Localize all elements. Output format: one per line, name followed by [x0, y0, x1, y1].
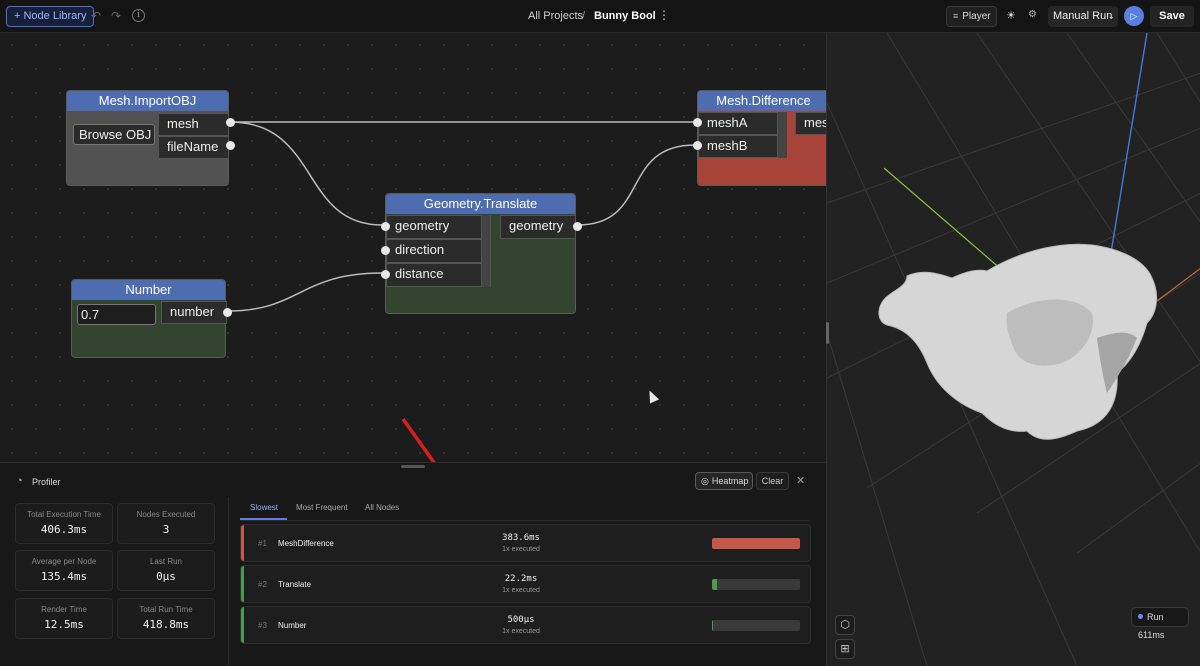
row-rank: #3 [258, 621, 267, 630]
row-node-name: MeshDifference [278, 539, 334, 548]
run-time-badge: Run 611ms [1131, 607, 1189, 640]
redo-icon[interactable]: ↷ [109, 8, 123, 24]
row-exec-count: 1x executed [502, 628, 540, 635]
stat-card: Average per Node 135.4ms [15, 550, 113, 591]
info-icon[interactable]: i [132, 9, 145, 22]
node-canvas[interactable]: Mesh.ImportOBJ Browse OBJ mesh fileName … [0, 33, 826, 462]
row-rank: #1 [258, 539, 267, 548]
viewport-scene [827, 33, 1200, 666]
player-label: Player [962, 11, 991, 22]
save-button[interactable]: Save [1150, 6, 1194, 27]
clear-button[interactable]: Clear [756, 472, 789, 490]
row-rank: #2 [258, 580, 267, 589]
undo-icon[interactable]: ↶ [89, 8, 103, 24]
stat-card: Total Execution Time 406.3ms [15, 503, 113, 544]
profile-row[interactable]: #3 Number 500µs 1x executed [240, 606, 811, 644]
tab-all-nodes[interactable]: All Nodes [365, 503, 399, 512]
row-time: 22.2ms [504, 574, 538, 584]
profiler-panel: ◔ Profiler ◎ Heatmap Clear ✕ Total Execut… [0, 462, 826, 666]
row-accent [241, 525, 244, 561]
top-bar: + Node Library ↶ ↷ i All Projects / Bunn… [0, 0, 1200, 33]
target-icon: ◎ [701, 476, 709, 486]
app-root: + Node Library ↶ ↷ i All Projects / Bunn… [0, 0, 1200, 666]
stat-card: Last Run 0µs [117, 550, 215, 591]
3d-viewport[interactable]: ⬡ ⊞ [826, 33, 1200, 666]
stat-label: Render Time [41, 605, 87, 614]
run-mode-label: Manual Run [1053, 10, 1113, 22]
panel-divider [228, 497, 229, 666]
row-time: 500µs [507, 615, 535, 625]
axis-y-line [883, 167, 1003, 271]
stat-card: Total Run Time 418.8ms [117, 598, 215, 639]
run-button[interactable]: ▷ [1124, 6, 1144, 26]
row-accent [241, 566, 244, 602]
row-node-name: Translate [278, 580, 312, 589]
cube-view-icon[interactable]: ⬡ [835, 615, 855, 635]
heatmap-button[interactable]: ◎ Heatmap [695, 472, 753, 490]
row-time-bar [712, 538, 800, 549]
axis-x-line [1156, 268, 1200, 302]
panel-drag-handle[interactable] [401, 465, 425, 468]
stat-value: 12.5ms [44, 618, 84, 631]
close-icon[interactable]: ✕ [796, 474, 805, 487]
stat-card: Render Time 12.5ms [15, 598, 113, 639]
stat-label: Total Execution Time [27, 510, 101, 519]
tab-most-frequent[interactable]: Most Frequent [296, 503, 348, 512]
breadcrumb-project-name: Bunny Bool [594, 10, 656, 22]
play-icon: ▷ [1130, 11, 1138, 21]
stat-label: Nodes Executed [136, 510, 196, 519]
row-accent [241, 607, 244, 643]
row-node-name: Number [278, 621, 307, 630]
row-time-bar [712, 579, 800, 590]
profile-row[interactable]: #2 Translate 22.2ms 1x executed [240, 565, 811, 603]
viewport-resize-handle[interactable] [826, 322, 829, 344]
heatmap-label: Heatmap [711, 476, 749, 486]
stat-label: Last Run [149, 557, 183, 566]
status-dot-icon [1138, 614, 1143, 619]
breadcrumb-separator: / [582, 10, 586, 22]
sliders-icon: ≡ [953, 11, 959, 21]
stat-value: 418.8ms [142, 618, 190, 631]
gauge-icon: ◔ [16, 475, 23, 487]
breadcrumb-all-projects[interactable]: All Projects [528, 10, 583, 22]
row-time-bar-fill [712, 579, 718, 590]
run-mode-select[interactable]: Manual Run ⌄ [1048, 6, 1118, 27]
grid-toggle-icon[interactable]: ⊞ [835, 639, 855, 659]
node-library-button[interactable]: + Node Library [6, 6, 95, 27]
player-button[interactable]: ≡ Player [946, 6, 997, 27]
stat-value: 406.3ms [40, 523, 88, 536]
chevron-down-icon: ⌄ [1107, 11, 1115, 21]
row-exec-count: 1x executed [502, 546, 540, 553]
tab-slowest[interactable]: Slowest [250, 503, 278, 512]
row-time-bar [712, 620, 800, 631]
stat-label: Total Run Time [139, 605, 193, 614]
tabs-divider [240, 520, 810, 521]
profiler-title: Profiler [32, 477, 61, 487]
row-exec-count: 1x executed [502, 587, 540, 594]
stat-card: Nodes Executed 3 [117, 503, 215, 544]
annotation-arrow-icon [401, 417, 436, 462]
profile-row[interactable]: #1 MeshDifference 383.6ms 1x executed [240, 524, 811, 562]
gear-icon[interactable]: ⚙ [1028, 9, 1037, 20]
stat-value: 0µs [156, 570, 176, 583]
row-time: 383.6ms [502, 533, 540, 543]
row-time-bar-fill [712, 538, 800, 549]
stat-value: 135.4ms [40, 570, 88, 583]
more-options-icon[interactable]: ⋮ [658, 8, 670, 22]
stat-label: Average per Node [31, 557, 97, 566]
sun-icon[interactable]: ☀ [1006, 9, 1016, 22]
stat-value: 3 [162, 523, 170, 536]
